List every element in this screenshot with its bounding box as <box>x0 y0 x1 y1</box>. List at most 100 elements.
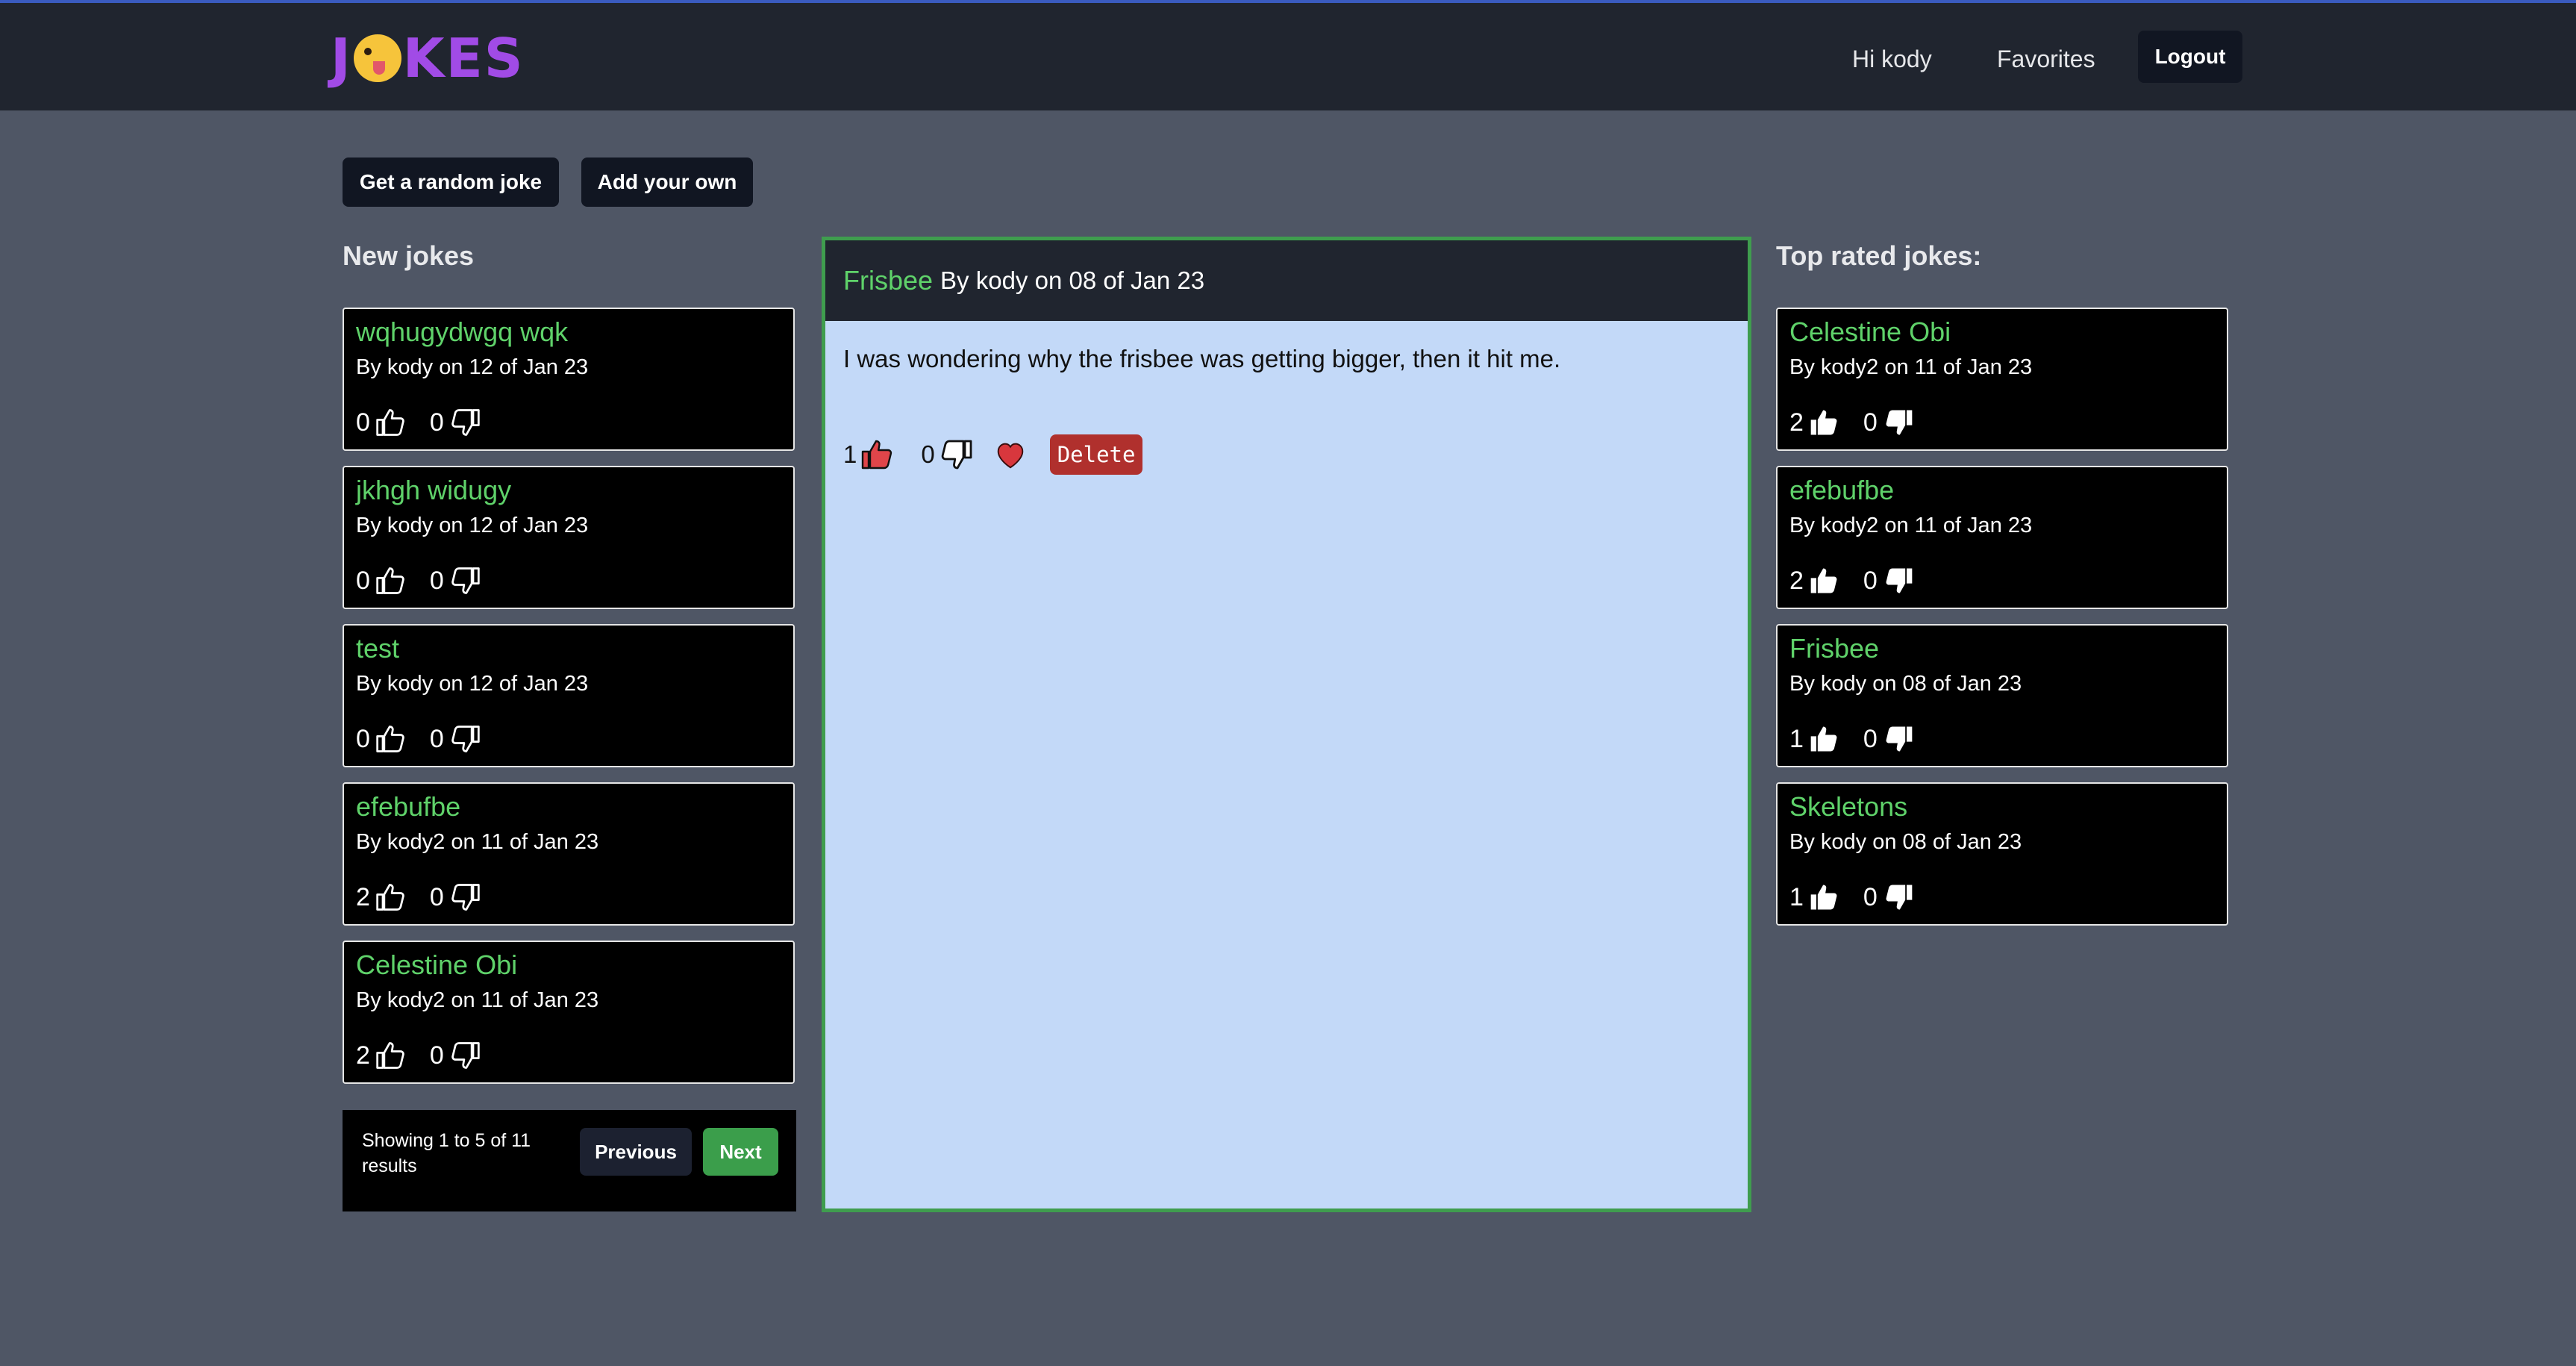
thumbs-up-icon[interactable] <box>1808 406 1841 439</box>
joke-card-meta: By kody on 12 of Jan 23 <box>356 514 589 537</box>
joke-card-title[interactable]: Celestine Obi <box>356 949 517 981</box>
joke-card-votes: 20 <box>356 1039 481 1072</box>
downvote-count: 0 <box>1863 724 1878 753</box>
downvote-count: 0 <box>429 408 444 437</box>
app-header: J KES Hi kody Favorites Logout <box>0 3 2576 110</box>
next-button[interactable]: Next <box>703 1128 778 1176</box>
joke-card-votes: 00 <box>356 723 481 755</box>
joke-card-title[interactable]: wqhugydwgq wqk <box>356 316 568 348</box>
upvote-count: 2 <box>356 882 370 911</box>
pagination-info: Showing 1 to 5 of 11 results <box>362 1130 531 1176</box>
joke-card[interactable]: Celestine Obi By kody2 on 11 of Jan 23 2 0 <box>343 941 795 1084</box>
favorite-heart-icon[interactable] <box>993 437 1028 472</box>
upvote-count: 2 <box>1789 408 1804 437</box>
joke-card-title[interactable]: Celestine Obi <box>1789 316 1951 348</box>
zany-face-icon <box>353 34 401 82</box>
thumbs-down-icon[interactable] <box>938 437 974 473</box>
downvote-count: 0 <box>429 1041 444 1070</box>
thumbs-up-icon[interactable] <box>375 564 407 597</box>
joke-card-votes: 20 <box>1789 564 1915 597</box>
pagination: Showing 1 to 5 of 11 results Previous Ne… <box>343 1110 796 1211</box>
joke-card-title[interactable]: Skeletons <box>1789 791 1907 823</box>
thumbs-down-icon[interactable] <box>1882 723 1915 755</box>
logo-text-right: KES <box>402 27 525 90</box>
top-rated-title: Top rated jokes: <box>1776 240 1982 271</box>
joke-card-meta: By kody2 on 11 of Jan 23 <box>1789 514 2033 537</box>
logo-text-left: J <box>331 27 352 90</box>
upvote-count: 0 <box>356 566 370 595</box>
joke-card[interactable]: Celestine Obi By kody2 on 11 of Jan 23 2 0 <box>1776 308 2228 451</box>
downvote-count: 0 <box>921 440 935 468</box>
upvote-count: 2 <box>1789 566 1804 595</box>
joke-card-title[interactable]: efebufbe <box>1789 475 1894 506</box>
joke-card[interactable]: efebufbe By kody2 on 11 of Jan 23 2 0 <box>1776 466 2228 609</box>
thumbs-down-icon[interactable] <box>1882 406 1915 439</box>
logo[interactable]: J KES <box>331 27 525 90</box>
joke-card-votes: 20 <box>1789 406 1915 439</box>
upvote-count: 2 <box>356 1041 370 1070</box>
joke-card-meta: By kody on 12 of Jan 23 <box>356 672 589 696</box>
downvote-count: 0 <box>429 724 444 753</box>
joke-card-meta: By kody on 08 of Jan 23 <box>1789 830 2022 854</box>
upvote-count: 0 <box>356 408 370 437</box>
joke-card[interactable]: test By kody on 12 of Jan 23 0 0 <box>343 624 795 767</box>
joke-card-meta: By kody2 on 11 of Jan 23 <box>1789 355 2033 379</box>
joke-title: Frisbee <box>843 265 934 296</box>
joke-card-votes: 00 <box>356 406 481 439</box>
thumbs-down-icon[interactable] <box>448 1039 481 1072</box>
new-jokes-title: New jokes <box>343 240 475 271</box>
downvote-count: 0 <box>429 882 444 911</box>
delete-button[interactable]: Delete <box>1049 434 1143 475</box>
thumbs-down-icon[interactable] <box>448 406 481 439</box>
joke-card-meta: By kody2 on 11 of Jan 23 <box>356 830 599 854</box>
joke-card[interactable]: efebufbe By kody2 on 11 of Jan 23 2 0 <box>343 782 795 926</box>
thumbs-up-icon[interactable] <box>1808 564 1841 597</box>
thumbs-up-icon[interactable] <box>375 406 407 439</box>
joke-actions: 1 0 Delete <box>843 434 1143 475</box>
thumbs-up-icon[interactable] <box>1808 881 1841 914</box>
favorites-link[interactable]: Favorites <box>1997 33 2095 85</box>
joke-card-votes: 10 <box>1789 723 1915 755</box>
thumbs-down-icon[interactable] <box>448 564 481 597</box>
downvote-count: 0 <box>429 566 444 595</box>
joke-card-title[interactable]: Frisbee <box>1789 633 1879 664</box>
joke-card-meta: By kody on 08 of Jan 23 <box>1789 672 2022 696</box>
logout-button[interactable]: Logout <box>2138 31 2242 83</box>
joke-meta: By kody on 08 of Jan 23 <box>940 266 1205 294</box>
joke-card[interactable]: wqhugydwgq wqk By kody on 12 of Jan 23 0 0 <box>343 308 795 451</box>
joke-header: Frisbee By kody on 08 of Jan 23 <box>825 240 1748 321</box>
joke-body: I was wondering why the frisbee was gett… <box>843 345 1561 372</box>
upvote-count: 1 <box>1789 882 1804 911</box>
add-joke-button[interactable]: Add your own <box>581 158 753 207</box>
thumbs-down-icon[interactable] <box>1882 881 1915 914</box>
joke-card-votes: 10 <box>1789 881 1915 914</box>
user-greeting: Hi kody <box>1852 45 1932 72</box>
joke-card[interactable]: Frisbee By kody on 08 of Jan 23 1 0 <box>1776 624 2228 767</box>
thumbs-up-icon[interactable] <box>1808 723 1841 755</box>
thumbs-down-icon[interactable] <box>448 723 481 755</box>
previous-button[interactable]: Previous <box>580 1128 692 1176</box>
thumbs-up-icon[interactable] <box>375 1039 407 1072</box>
random-joke-button[interactable]: Get a random joke <box>343 158 559 207</box>
thumbs-down-icon[interactable] <box>1882 564 1915 597</box>
upvote-count: 1 <box>1789 724 1804 753</box>
joke-card-votes: 00 <box>356 564 481 597</box>
joke-card-votes: 20 <box>356 881 481 914</box>
joke-card-title[interactable]: efebufbe <box>356 791 460 823</box>
joke-card-title[interactable]: test <box>356 633 399 664</box>
downvote-count: 0 <box>1863 566 1878 595</box>
upvote-count: 1 <box>843 440 857 468</box>
joke-card-title[interactable]: jkhgh widugy <box>356 475 511 506</box>
downvote-count: 0 <box>1863 882 1878 911</box>
downvote-count: 0 <box>1863 408 1878 437</box>
thumbs-up-icon[interactable] <box>375 723 407 755</box>
thumbs-up-icon[interactable] <box>375 881 407 914</box>
thumbs-down-icon[interactable] <box>448 881 481 914</box>
joke-detail-panel: Frisbee By kody on 08 of Jan 23 I was wo… <box>822 237 1751 1212</box>
upvote-count: 0 <box>356 724 370 753</box>
joke-card[interactable]: Skeletons By kody on 08 of Jan 23 1 0 <box>1776 782 2228 926</box>
joke-card-meta: By kody2 on 11 of Jan 23 <box>356 988 599 1012</box>
joke-card-meta: By kody on 12 of Jan 23 <box>356 355 589 379</box>
thumbs-up-icon[interactable] <box>860 437 895 473</box>
joke-card[interactable]: jkhgh widugy By kody on 12 of Jan 23 0 0 <box>343 466 795 609</box>
